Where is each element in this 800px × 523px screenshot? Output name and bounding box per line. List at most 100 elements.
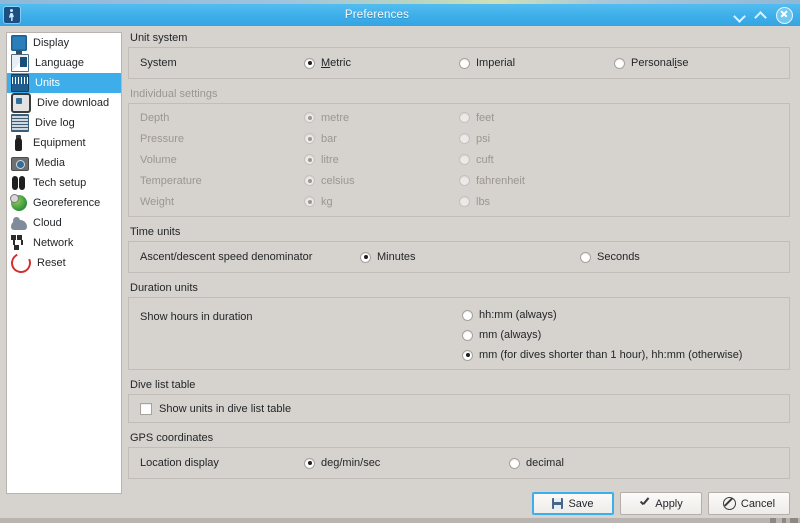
- radio-label: Metric: [321, 57, 351, 69]
- group-title-duration-units: Duration units: [130, 282, 790, 295]
- apply-button-label: Apply: [655, 498, 683, 510]
- sidebar-item-label: Equipment: [33, 133, 86, 153]
- chevron-down-icon[interactable]: [734, 9, 747, 22]
- sidebar-item-label: Dive log: [35, 113, 75, 133]
- cancel-button-label: Cancel: [741, 498, 775, 510]
- radio-weight-lbs: lbs: [459, 196, 490, 208]
- radio-minutes[interactable]: Minutes: [360, 251, 580, 263]
- sidebar-item-display[interactable]: Display: [7, 33, 121, 53]
- radio-label: psi: [476, 133, 490, 145]
- preferences-window: Preferences Display Language Units: [0, 0, 800, 523]
- cancel-button[interactable]: Cancel: [708, 492, 790, 515]
- radio-dot-icon: [304, 58, 315, 69]
- radio-label: mm (always): [479, 329, 541, 341]
- radio-imperial[interactable]: Imperial: [459, 57, 614, 69]
- radio-dot-icon: [459, 133, 470, 144]
- camera-icon: [11, 157, 29, 171]
- language-book-icon: [11, 54, 29, 72]
- sidebar-item-cloud[interactable]: Cloud: [7, 213, 121, 233]
- radio-dot-icon: [459, 196, 470, 207]
- tank-icon: [11, 135, 27, 151]
- radio-label: decimal: [526, 457, 564, 469]
- dive-computer-icon: [11, 93, 31, 113]
- radio-dot-icon: [304, 133, 315, 144]
- radio-dot-icon: [462, 310, 473, 321]
- radio-label: metre: [321, 112, 349, 124]
- group-gps-coordinates: Location display deg/min/sec decimal: [128, 447, 790, 479]
- taskbar-strip: [0, 518, 800, 523]
- sidebar-item-units[interactable]: Units: [7, 73, 121, 93]
- sidebar-item-tech-setup[interactable]: Tech setup: [7, 173, 121, 193]
- radio-label: lbs: [476, 196, 490, 208]
- sidebar-item-network[interactable]: Network: [7, 233, 121, 253]
- close-icon[interactable]: [776, 7, 793, 24]
- sidebar-item-label: Reset: [37, 253, 66, 273]
- radio-mm-always[interactable]: mm (always): [462, 329, 742, 341]
- group-dive-list-table: Show units in dive list table: [128, 394, 790, 423]
- title-bar: Preferences: [0, 4, 800, 26]
- radio-hhmm-always[interactable]: hh:mm (always): [462, 309, 742, 321]
- radio-dot-icon: [360, 252, 371, 263]
- radio-pressure-psi: psi: [459, 133, 490, 145]
- checkbox-box-icon: [140, 403, 152, 415]
- preferences-sidebar: Display Language Units Dive download Div…: [6, 32, 122, 494]
- sidebar-item-label: Dive download: [37, 93, 109, 113]
- sidebar-item-dive-log[interactable]: Dive log: [7, 113, 121, 133]
- radio-seconds[interactable]: Seconds: [580, 251, 640, 263]
- group-title-time-units: Time units: [130, 226, 790, 239]
- radio-personalise[interactable]: Personalise: [614, 57, 689, 69]
- subsurface-diver-icon: [4, 7, 20, 23]
- group-title-individual-settings: Individual settings: [130, 88, 790, 101]
- radio-dot-icon: [462, 350, 473, 361]
- group-individual-settings: Depth metre feet Pressure bar: [128, 103, 790, 217]
- radio-label: fahrenheit: [476, 175, 525, 187]
- radio-label: deg/min/sec: [321, 457, 380, 469]
- radio-dot-icon: [462, 330, 473, 341]
- radio-label: Seconds: [597, 251, 640, 263]
- sidebar-item-label: Tech setup: [33, 173, 86, 193]
- radio-label: bar: [321, 133, 337, 145]
- radio-deg-min-sec[interactable]: deg/min/sec: [304, 457, 509, 469]
- radio-mm-short-hhmm-otherwise[interactable]: mm (for dives shorter than 1 hour), hh:m…: [462, 349, 742, 361]
- group-time-units: Ascent/descent speed denominator Minutes…: [128, 241, 790, 273]
- radio-dot-icon: [459, 175, 470, 186]
- label-show-hours-in-duration: Show hours in duration: [129, 306, 462, 328]
- radio-label: mm (for dives shorter than 1 hour), hh:m…: [479, 349, 742, 361]
- radio-temperature-celsius: celsius: [304, 175, 459, 187]
- ruler-icon: [11, 74, 29, 92]
- radio-metric[interactable]: Metric: [304, 57, 459, 69]
- radio-dot-icon: [459, 58, 470, 69]
- monitor-icon: [11, 35, 27, 51]
- radio-temperature-fahrenheit: fahrenheit: [459, 175, 525, 187]
- radio-weight-kg: kg: [304, 196, 459, 208]
- sidebar-item-georeference[interactable]: Georeference: [7, 193, 121, 213]
- window-content: Display Language Units Dive download Div…: [0, 26, 800, 523]
- dialog-button-bar: Save Apply Cancel: [532, 492, 790, 515]
- sidebar-item-media[interactable]: Media: [7, 153, 121, 173]
- sidebar-item-label: Network: [33, 233, 73, 253]
- apply-button[interactable]: Apply: [620, 492, 702, 515]
- sidebar-item-label: Units: [35, 73, 60, 93]
- radio-label: Imperial: [476, 57, 515, 69]
- radio-dot-icon: [614, 58, 625, 69]
- chevron-up-icon[interactable]: [755, 9, 768, 22]
- window-title: Preferences: [20, 9, 734, 21]
- sidebar-item-label: Cloud: [33, 213, 62, 233]
- radio-label: kg: [321, 196, 333, 208]
- save-button[interactable]: Save: [532, 492, 614, 515]
- group-title-dive-list-table: Dive list table: [130, 379, 790, 392]
- checkbox-show-units-in-dive-list-table[interactable]: Show units in dive list table: [140, 403, 291, 415]
- radio-pressure-bar: bar: [304, 133, 459, 145]
- radio-dot-icon: [580, 252, 591, 263]
- radio-decimal[interactable]: decimal: [509, 457, 564, 469]
- sidebar-item-reset[interactable]: Reset: [7, 253, 121, 273]
- twin-tanks-icon: [11, 175, 27, 191]
- network-icon: [11, 235, 27, 251]
- sidebar-item-label: Language: [35, 53, 84, 73]
- radio-dot-icon: [304, 154, 315, 165]
- radio-dot-icon: [304, 112, 315, 123]
- sidebar-item-equipment[interactable]: Equipment: [7, 133, 121, 153]
- label-volume: Volume: [140, 154, 304, 166]
- sidebar-item-language[interactable]: Language: [7, 53, 121, 73]
- sidebar-item-dive-download[interactable]: Dive download: [7, 93, 121, 113]
